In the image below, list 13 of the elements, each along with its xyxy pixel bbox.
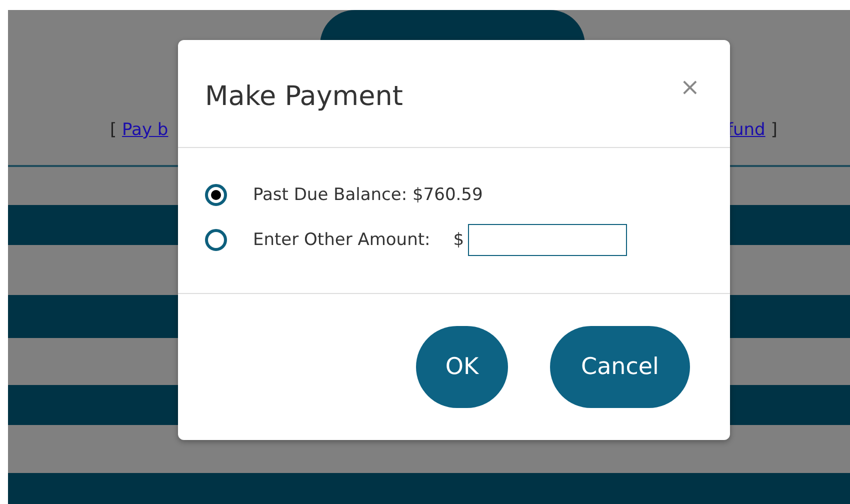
- bracket: [: [110, 120, 117, 140]
- close-button[interactable]: ×: [678, 72, 702, 100]
- ok-button[interactable]: OK: [416, 326, 508, 408]
- currency-sign: $: [453, 230, 464, 250]
- bracket: ]: [770, 120, 778, 140]
- radio-button[interactable]: [205, 184, 227, 206]
- amount-field[interactable]: [468, 224, 628, 256]
- cancel-button[interactable]: Cancel: [550, 326, 690, 408]
- dialog-title: Make Payment: [205, 81, 403, 112]
- page-link[interactable]: Pay b: [122, 120, 168, 140]
- option-label: Enter Other Amount:: [253, 230, 430, 250]
- option-label: Past Due Balance: $760.59: [253, 185, 483, 205]
- radio-button[interactable]: [205, 229, 227, 251]
